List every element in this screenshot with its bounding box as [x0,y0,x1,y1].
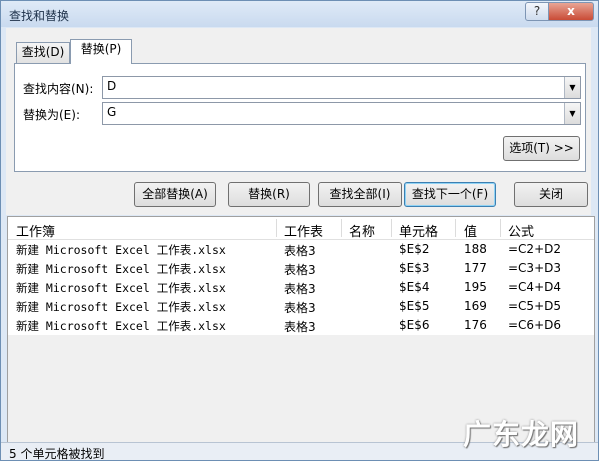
tab-find[interactable]: 查找(D) [16,42,70,63]
close-button[interactable]: 关闭 [514,182,588,207]
cell-workbook: 新建 Microsoft Excel 工作表.xlsx [16,319,226,333]
options-button[interactable]: 选项(T) >> [503,136,580,161]
cell-workbook: 新建 Microsoft Excel 工作表.xlsx [16,300,226,314]
column-divider[interactable] [391,219,392,237]
column-header-formula[interactable]: 公式 [508,221,534,240]
table-row[interactable]: 新建 Microsoft Excel 工作表.xlsx 表格3 $E$2 188… [8,240,594,259]
status-text: 5 个单元格被找到 [9,447,105,461]
replace-with-combobox[interactable]: G ▼ [102,102,581,125]
title-bar[interactable]: 查找和替换 ? x [1,1,598,27]
cell-address: $E$4 [399,280,430,294]
column-divider[interactable] [500,219,501,237]
cell-formula: =C4+D4 [508,280,561,294]
results-list[interactable]: 工作簿 工作表 名称 单元格 值 公式 新建 Microsoft Excel 工… [7,216,595,443]
find-what-label: 查找内容(N): [23,82,94,96]
cell-value: 195 [464,280,487,294]
cell-address: $E$6 [399,318,430,332]
cell-formula: =C5+D5 [508,299,561,313]
cell-formula: =C2+D2 [508,242,561,256]
column-header-sheet[interactable]: 工作表 [284,221,323,240]
watermark: 广东龙网 [463,418,580,451]
replace-with-value: G [107,105,117,119]
find-what-combobox[interactable]: D ▼ [102,76,581,99]
find-all-button[interactable]: 查找全部(I) [318,182,402,207]
cell-workbook: 新建 Microsoft Excel 工作表.xlsx [16,243,226,257]
replace-button[interactable]: 替换(R) [228,182,310,207]
cell-value: 188 [464,242,487,256]
table-row[interactable]: 新建 Microsoft Excel 工作表.xlsx 表格3 $E$3 177… [8,259,594,278]
dialog-body: 查找(D) 替换(P) 查找内容(N): D ▼ 替换为(E): G ▼ 选项(… [6,28,591,215]
replace-all-button[interactable]: 全部替换(A) [134,182,216,207]
cell-value: 176 [464,318,487,332]
cell-address: $E$5 [399,299,430,313]
close-icon[interactable]: x [548,2,594,21]
cell-value: 169 [464,299,487,313]
cell-formula: =C6+D6 [508,318,561,332]
find-replace-window: 查找和替换 ? x 查找(D) 替换(P) 查找内容(N): D ▼ 替换为(E… [0,0,599,461]
help-icon[interactable]: ? [525,2,549,21]
cell-sheet: 表格3 [284,263,316,277]
column-divider[interactable] [276,219,277,237]
cell-workbook: 新建 Microsoft Excel 工作表.xlsx [16,262,226,276]
results-rows: 新建 Microsoft Excel 工作表.xlsx 表格3 $E$2 188… [8,240,594,335]
cell-sheet: 表格3 [284,320,316,334]
tab-replace[interactable]: 替换(P) [70,39,132,64]
window-title: 查找和替换 [9,9,70,23]
cell-workbook: 新建 Microsoft Excel 工作表.xlsx [16,281,226,295]
cell-formula: =C3+D3 [508,261,561,275]
table-row[interactable]: 新建 Microsoft Excel 工作表.xlsx 表格3 $E$4 195… [8,278,594,297]
cell-sheet: 表格3 [284,244,316,258]
column-header-cell[interactable]: 单元格 [399,221,438,240]
column-divider[interactable] [341,219,342,237]
results-header: 工作簿 工作表 名称 单元格 值 公式 [8,217,594,240]
cell-value: 177 [464,261,487,275]
replace-with-label: 替换为(E): [23,108,80,122]
cell-address: $E$3 [399,261,430,275]
table-row[interactable]: 新建 Microsoft Excel 工作表.xlsx 表格3 $E$6 176… [8,316,594,335]
table-row[interactable]: 新建 Microsoft Excel 工作表.xlsx 表格3 $E$5 169… [8,297,594,316]
chevron-down-icon[interactable]: ▼ [564,77,580,98]
find-next-button[interactable]: 查找下一个(F) [404,182,496,207]
column-header-value[interactable]: 值 [464,221,477,240]
column-header-workbook[interactable]: 工作簿 [16,221,55,240]
cell-sheet: 表格3 [284,282,316,296]
cell-address: $E$2 [399,242,430,256]
find-what-value: D [107,79,117,93]
replace-tab-panel: 查找内容(N): D ▼ 替换为(E): G ▼ 选项(T) >> [14,63,586,172]
chevron-down-icon[interactable]: ▼ [564,103,580,124]
column-divider[interactable] [455,219,456,237]
column-header-name[interactable]: 名称 [349,221,375,240]
cell-sheet: 表格3 [284,301,316,315]
